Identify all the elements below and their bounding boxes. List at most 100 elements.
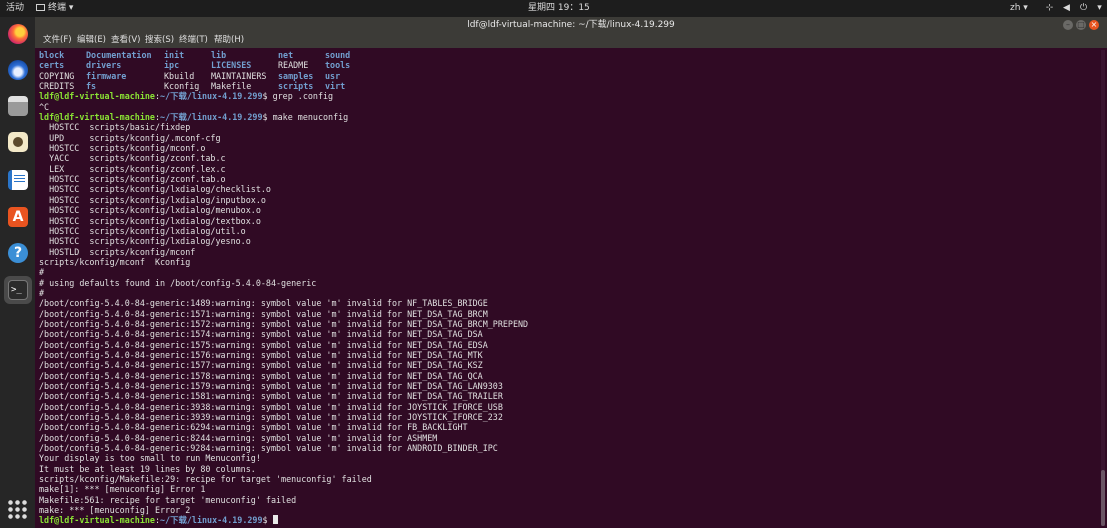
output-line: # using defaults found in /boot/config-5… (39, 277, 317, 288)
output-line: /boot/config-5.4.0-84-generic:1575:warni… (39, 339, 488, 350)
output-line: UPD scripts/kconfig/.mconf-cfg (39, 132, 221, 143)
menu-view[interactable]: 查看(V) (111, 33, 140, 48)
dock-item-software[interactable]: A (4, 203, 32, 231)
network-icon[interactable]: ⊹ (1044, 3, 1055, 14)
ls-entry: MAINTAINERS (211, 70, 267, 81)
minimize-button[interactable]: – (1063, 20, 1073, 30)
dock-item-firefox[interactable] (4, 20, 32, 48)
ls-column: init ipc Kbuild Kconfig (164, 50, 211, 91)
ls-entry: LICENSES (211, 60, 252, 71)
ls-entry: samples (278, 70, 314, 81)
output-line: /boot/config-5.4.0-84-generic:1579:warni… (39, 381, 503, 391)
text-cursor (272, 515, 278, 525)
output-line: HOSTCC scripts/kconfig/lxdialog/menubox.… (39, 205, 261, 216)
ls-column: block certs COPYING CREDITS (39, 50, 86, 91)
output-line: /boot/config-5.4.0-84-generic:1571:warni… (39, 308, 488, 319)
prompt-path: ~/下载/linux-4.19.299 (160, 515, 263, 526)
ls-entry: sound (325, 50, 351, 60)
maximize-button[interactable]: □ (1076, 20, 1086, 30)
output-line: make: *** [menuconfig] Error 2 (39, 505, 191, 516)
help-icon: ? (8, 243, 28, 263)
scrollbar[interactable] (1101, 50, 1105, 526)
prompt-user: ldf@ldf-virtual-machine (39, 112, 155, 123)
output-line: Your display is too small to run Menucon… (39, 453, 261, 464)
dock-item-rhythmbox[interactable] (4, 128, 32, 156)
ls-entry: net (278, 50, 294, 60)
scrollbar-thumb[interactable] (1101, 470, 1105, 526)
ls-entry: fs (86, 81, 97, 92)
output-line: HOSTCC scripts/kconfig/mconf.o (39, 143, 206, 154)
output-line: scripts/kconfig/mconf Kconfig (39, 256, 191, 267)
output-line: LEX scripts/kconfig/zconf.lex.c (39, 163, 226, 174)
prompt-user: ldf@ldf-virtual-machine (39, 91, 155, 102)
folder-icon (8, 96, 28, 116)
ls-entry: block (39, 50, 65, 60)
ls-entry: init (164, 50, 185, 60)
ls-entry: CREDITS (39, 81, 75, 92)
music-icon (8, 132, 28, 152)
output-line: /boot/config-5.4.0-84-generic:3939:warni… (39, 412, 503, 423)
output-line: HOSTCC scripts/basic/fixdep (39, 122, 191, 133)
clock[interactable]: 星期四 19：15 (528, 0, 590, 17)
ls-entry: Kbuild (164, 70, 195, 81)
activities-button[interactable]: 活动 (6, 0, 24, 17)
menu-help[interactable]: 帮助(H) (214, 33, 244, 48)
language-indicator[interactable]: zh ▾ (1010, 0, 1028, 17)
command-text: $ grep .config (262, 91, 334, 102)
dock-item-files[interactable] (4, 92, 32, 120)
output-line: HOSTCC scripts/kconfig/lxdialog/textbox.… (39, 215, 261, 226)
close-button[interactable]: × (1089, 20, 1099, 30)
output-line: YACC scripts/kconfig/zconf.tab.c (39, 153, 226, 164)
output-line: /boot/config-5.4.0-84-generic:3938:warni… (39, 401, 503, 412)
prompt-path: ~/下载/linux-4.19.299 (160, 91, 263, 102)
ls-entry: ipc (164, 60, 180, 71)
document-icon (8, 170, 28, 190)
output-line: scripts/kconfig/Makefile:29: recipe for … (39, 474, 372, 485)
terminal-icon: >_ (8, 280, 28, 300)
dock-item-help[interactable]: ? (4, 239, 32, 267)
menu-terminal[interactable]: 终端(T) (179, 33, 208, 48)
output-line: /boot/config-5.4.0-84-generic:6294:warni… (39, 422, 468, 433)
output-line: ^C (39, 101, 50, 112)
volume-icon[interactable]: ◀ (1061, 3, 1072, 14)
mail-icon (8, 60, 28, 80)
ls-entry: scripts (278, 81, 314, 92)
top-bar: 活动 终端 ▾ 星期四 19：15 zh ▾ ⊹ ◀ ⏻ ▾ (0, 0, 1107, 17)
dock-item-terminal[interactable]: >_ (4, 276, 32, 304)
show-applications-icon[interactable] (7, 499, 29, 521)
output-line: # (39, 287, 45, 298)
ls-entry: certs (39, 60, 65, 71)
ls-entry: usr (325, 70, 341, 81)
menu-edit[interactable]: 编辑(E) (77, 33, 106, 48)
language-label: zh (1010, 3, 1021, 13)
app-menu-label: 终端 (48, 3, 67, 13)
ls-column: net README samples scripts (278, 50, 325, 91)
ls-entry: lib (211, 50, 227, 60)
ls-entry: COPYING (39, 70, 75, 81)
output-line: /boot/config-5.4.0-84-generic:1581:warni… (39, 391, 503, 402)
menu-file[interactable]: 文件(F) (43, 33, 72, 48)
ls-entry: Kconfig (164, 81, 200, 92)
output-line: Makefile:561: recipe for target 'menucon… (39, 494, 297, 505)
prompt-path: ~/下载/linux-4.19.299 (160, 112, 263, 123)
menu-search[interactable]: 搜索(S) (145, 33, 174, 48)
dock-item-writer[interactable] (4, 166, 32, 194)
chevron-down-icon[interactable]: ▾ (1094, 3, 1105, 14)
power-icon[interactable]: ⏻ (1078, 3, 1089, 14)
output-line: /boot/config-5.4.0-84-generic:1577:warni… (39, 360, 483, 371)
prompt-line: ldf@ldf-virtual-machine:~/下载/linux-4.19.… (39, 91, 334, 102)
output-line: HOSTCC scripts/kconfig/lxdialog/inputbox… (39, 194, 266, 205)
output-line: /boot/config-5.4.0-84-generic:1574:warni… (39, 329, 483, 340)
ls-entry: tools (325, 60, 351, 71)
ls-column: Documentation drivers firmware fs (86, 50, 164, 91)
output-line: /boot/config-5.4.0-84-generic:1578:warni… (39, 370, 483, 381)
window-titlebar[interactable]: ldf@ldf-virtual-machine: ~/下载/linux-4.19… (35, 17, 1107, 33)
ls-listing: block certs COPYING CREDITS Documentation dri… (39, 50, 1099, 91)
ls-entry: firmware (86, 70, 127, 81)
prompt-line: ldf@ldf-virtual-machine:~/下载/linux-4.19.… (39, 112, 349, 123)
output-line: HOSTLD scripts/kconfig/mconf (39, 246, 196, 257)
dock-item-thunderbird[interactable] (4, 56, 32, 84)
terminal-output[interactable]: block certs COPYING CREDITS Documentation dri… (39, 50, 1099, 526)
app-menu[interactable]: 终端 ▾ (36, 0, 73, 17)
output-line: /boot/config-5.4.0-84-generic:1576:warni… (39, 349, 483, 360)
